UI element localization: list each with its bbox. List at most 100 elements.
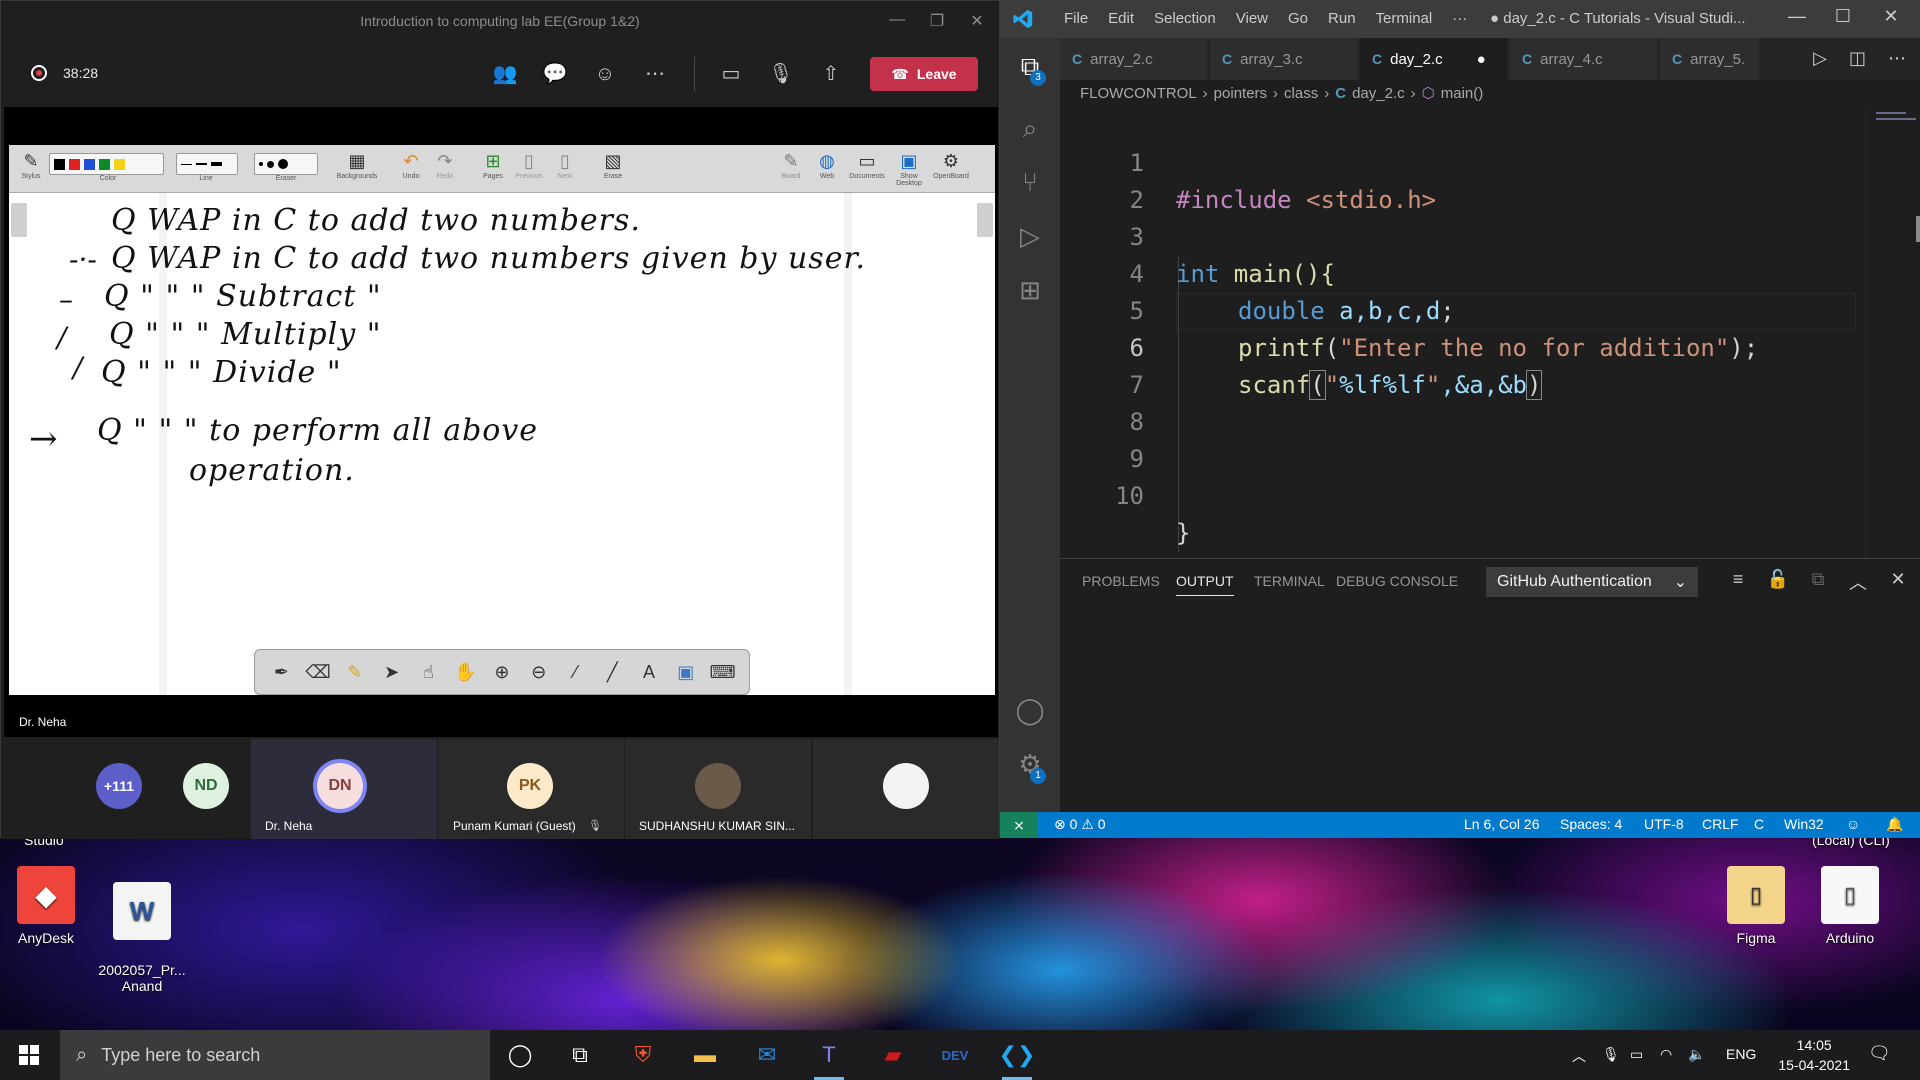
line-thick[interactable] (211, 162, 222, 166)
leave-button[interactable]: ☎ Leave (870, 57, 978, 91)
minimap[interactable] (1865, 108, 1920, 558)
problems-indicator[interactable]: ⊗ 0 ⚠ 0 (1054, 816, 1106, 833)
desktop-icon-anydesk[interactable]: ◆ AnyDesk (0, 866, 92, 946)
lock-scroll-icon[interactable]: 🔓 (1766, 569, 1790, 590)
color-swatch-red[interactable] (69, 158, 80, 170)
left-panel-toggle[interactable] (11, 203, 27, 237)
run-debug-icon[interactable]: ▷ (1012, 218, 1048, 254)
start-button[interactable] (0, 1030, 58, 1080)
input-language[interactable]: ENG (1726, 1046, 1756, 1062)
eraser-medium[interactable] (267, 160, 274, 168)
open-log-icon[interactable]: ⧉ (1806, 569, 1830, 590)
menu-go[interactable]: Go (1278, 10, 1318, 27)
file-explorer-icon[interactable]: ▬ (688, 1039, 722, 1071)
redo-tool[interactable]: ↷ Redo (423, 149, 467, 180)
close-panel-icon[interactable]: ✕ (1886, 569, 1910, 590)
feedback-icon[interactable]: ☺ (1846, 816, 1860, 832)
color-swatch-black[interactable] (54, 158, 65, 170)
backgrounds-tool[interactable]: ▦ Backgrounds (335, 149, 379, 180)
unsaved-dot-icon[interactable]: ● (1477, 51, 1486, 68)
show-hidden-icons[interactable]: ︿ (1572, 1046, 1586, 1066)
laser-pointer-icon[interactable]: ⁄ (561, 662, 591, 683)
dev-cpp-icon[interactable]: DEV (938, 1039, 972, 1071)
documents-tool[interactable]: ▭ Documents (845, 149, 889, 180)
notifications-icon[interactable]: 🗨 (1868, 1043, 1891, 1064)
panel-tab-output[interactable]: OUTPUT (1176, 573, 1234, 596)
taskbar-clock[interactable]: 14:05 15-04-2021 (1778, 1035, 1850, 1075)
more-actions-icon[interactable]: ⋯ (639, 59, 671, 89)
participant-tile[interactable]: ND (179, 739, 239, 839)
tab-array-3[interactable]: Carray_3.c (1210, 38, 1358, 80)
volume-icon[interactable]: 🔈 (1688, 1046, 1705, 1063)
chat-icon[interactable]: 💬 (539, 59, 571, 89)
vscode-app-icon[interactable]: ❮❯ (999, 1039, 1035, 1080)
tab-array-5[interactable]: Carray_5. (1660, 38, 1760, 80)
remote-icon[interactable]: ⨯ (1000, 812, 1038, 838)
whiteboard-canvas[interactable]: -·- – / / → Q WAP in C to add two number… (9, 193, 995, 695)
cortana-icon[interactable]: ◯ (503, 1039, 537, 1071)
zoom-in-icon[interactable]: ⊕ (487, 662, 517, 683)
maximize-icon[interactable]: ☐ (1820, 6, 1866, 27)
capture-icon[interactable]: ▣ (671, 662, 701, 683)
app-icon-red[interactable]: ▰ (876, 1039, 910, 1071)
line-ending[interactable]: CRLF (1702, 816, 1739, 832)
zoom-out-icon[interactable]: ⊖ (524, 662, 554, 683)
panel-tab-debug-console[interactable]: DEBUG CONSOLE (1336, 573, 1458, 589)
encoding[interactable]: UTF-8 (1644, 816, 1684, 832)
participant-tile[interactable] (813, 739, 999, 839)
mail-icon[interactable]: ✉ (750, 1039, 784, 1071)
source-control-icon[interactable]: ⑂ (1012, 164, 1048, 200)
maximize-panel-icon[interactable]: ︿ (1846, 569, 1870, 595)
reactions-icon[interactable]: ☺ (589, 59, 621, 89)
close-icon[interactable]: ✕ (1868, 6, 1914, 27)
cursor-position[interactable]: Ln 6, Col 26 (1464, 816, 1540, 832)
notifications-bell-icon[interactable]: 🔔 (1886, 816, 1903, 833)
clear-output-icon[interactable]: ≡ (1726, 569, 1750, 590)
indentation[interactable]: Spaces: 4 (1560, 816, 1622, 832)
camera-off-icon[interactable]: ▭ (715, 59, 747, 89)
minimize-icon[interactable]: — (882, 11, 912, 29)
right-panel-toggle[interactable] (977, 203, 993, 237)
breadcrumb-item[interactable]: day_2.c (1352, 85, 1405, 102)
line-width-group[interactable] (176, 153, 238, 175)
wifi-icon[interactable]: ◠ (1660, 1046, 1672, 1063)
next-tool[interactable]: ▯ Next (543, 149, 587, 180)
eraser-large[interactable] (278, 159, 288, 169)
split-editor-icon[interactable]: ◫ (1849, 48, 1866, 69)
interact-hand-icon[interactable]: ☝ (413, 662, 443, 683)
panel-tab-terminal[interactable]: TERMINAL (1254, 573, 1325, 589)
pan-hand-icon[interactable]: ✋ (450, 662, 480, 683)
breadcrumb-item[interactable]: main() (1441, 85, 1484, 102)
line-tool-icon[interactable]: ╱ (597, 662, 627, 683)
language-mode[interactable]: C (1754, 816, 1764, 832)
breadcrumb-item[interactable]: class (1284, 85, 1318, 102)
desktop-icon-figma[interactable]: ▯ Figma (1710, 866, 1802, 946)
scrollbar-thumb[interactable] (1916, 216, 1920, 242)
eraser-icon[interactable]: ⌫ (303, 662, 333, 683)
desktop-icon-arduino[interactable]: ▯ Arduino (1804, 866, 1896, 946)
erase-tool[interactable]: ▧ Erase (591, 149, 635, 180)
breadcrumb-item[interactable]: FLOWCONTROL (1080, 85, 1197, 102)
more-actions-icon[interactable]: ⋯ (1888, 48, 1906, 69)
openboard-menu-tool[interactable]: ⚙ OpenBoard (929, 149, 973, 180)
participant-tile-speaking[interactable]: DN Dr. Neha (251, 739, 437, 839)
marker-icon[interactable]: ✎ (340, 662, 370, 683)
color-swatch-yellow[interactable] (114, 158, 125, 170)
close-icon[interactable]: ✕ (962, 11, 992, 31)
participant-tile[interactable]: SUDHANSHU KUMAR SIN... (625, 739, 811, 839)
tab-array-4[interactable]: Carray_4.c (1510, 38, 1658, 80)
accounts-icon[interactable]: ◯ (1012, 692, 1048, 728)
microphone-icon[interactable]: 🎙 (1602, 1046, 1620, 1063)
c-configuration[interactable]: Win32 (1784, 816, 1824, 832)
panel-tab-problems[interactable]: PROBLEMS (1082, 573, 1160, 589)
color-palette[interactable] (49, 153, 164, 175)
restore-icon[interactable]: ❐ (922, 11, 952, 31)
desktop-icon-word-doc[interactable]: W 2002057_Pr... Anand (96, 866, 188, 1010)
selector-icon[interactable]: ➤ (377, 662, 407, 683)
tab-day-2[interactable]: Cday_2.c ● (1360, 38, 1508, 80)
breadcrumb-item[interactable]: pointers (1214, 85, 1267, 102)
tab-array-2[interactable]: Carray_2.c (1060, 38, 1208, 80)
teams-app-icon[interactable]: T (812, 1039, 846, 1080)
menu-view[interactable]: View (1226, 10, 1278, 27)
minimize-icon[interactable]: — (1774, 6, 1820, 27)
